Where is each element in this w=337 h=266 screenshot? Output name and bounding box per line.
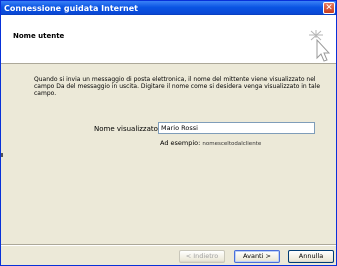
example-label: Ad esempio:: [160, 139, 201, 147]
back-button[interactable]: < Indietro: [179, 250, 225, 263]
wizard-window: Connessione guidata Internet ✕ Nome uten…: [0, 0, 337, 266]
window-title: Connessione guidata Internet: [4, 4, 138, 13]
display-name-input[interactable]: [158, 122, 315, 134]
example-value: nomesceltodalcliente: [202, 141, 262, 147]
close-button[interactable]: ✕: [323, 2, 335, 14]
next-button[interactable]: Avanti >: [234, 250, 280, 263]
resize-tick: [1, 153, 3, 157]
wizard-cursor-icon: [309, 30, 330, 62]
title-bar[interactable]: Connessione guidata Internet ✕: [1, 1, 336, 15]
page-title: Nome utente: [13, 32, 65, 40]
close-icon: ✕: [325, 3, 333, 13]
description-text: Quando si invia un messaggio di posta el…: [34, 76, 321, 97]
button-divider: [1, 244, 336, 246]
display-name-label: Nome visualizzato:: [94, 125, 161, 133]
cancel-button[interactable]: Annulla: [288, 250, 334, 263]
wizard-header: Nome utente: [1, 15, 336, 64]
example-hint: Ad esempio: nomesceltodalcliente: [160, 139, 261, 147]
